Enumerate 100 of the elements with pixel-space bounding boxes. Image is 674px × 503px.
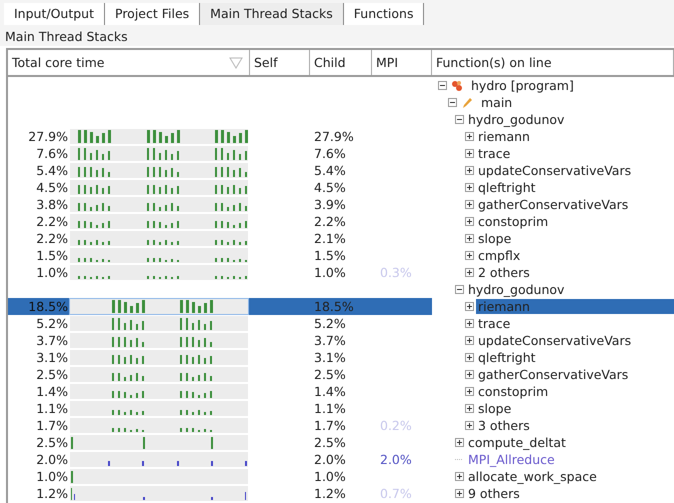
total-time: 2.5%: [35, 367, 69, 382]
expand-icon[interactable]: [455, 438, 464, 447]
total-time: 2.2%: [35, 214, 69, 229]
stack-row[interactable]: 2.2% 2.2%: [8, 213, 432, 230]
expand-icon[interactable]: [465, 132, 474, 141]
child-time: 18.5%: [314, 299, 354, 314]
function-name[interactable]: cmpflx: [476, 248, 522, 263]
child-time: 1.7%: [314, 418, 346, 433]
expand-icon[interactable]: [465, 166, 474, 175]
child-time: 2.0%: [314, 452, 346, 467]
expand-icon[interactable]: [465, 336, 474, 345]
child-time: 1.5%: [314, 248, 346, 263]
total-time: 1.7%: [35, 418, 69, 433]
stack-row[interactable]: 4.5% 4.5%: [8, 179, 432, 196]
stack-row[interactable]: 2.5% 2.5%: [8, 434, 432, 451]
stack-row[interactable]: 1.0% 1.0%: [8, 468, 432, 485]
expand-icon[interactable]: [465, 268, 474, 277]
function-name[interactable]: 2 others: [476, 265, 532, 280]
total-time: 2.2%: [35, 231, 69, 246]
function-name[interactable]: trace: [476, 146, 512, 161]
child-time: 5.2%: [314, 316, 346, 331]
total-time: 18.5%: [27, 299, 69, 314]
function-name[interactable]: 9 others: [466, 486, 522, 501]
total-time: 2.5%: [35, 435, 69, 450]
expand-icon[interactable]: [465, 217, 474, 226]
stack-row[interactable]: 5.2% 5.2%: [8, 315, 432, 332]
function-name[interactable]: slope: [476, 401, 514, 416]
function-name[interactable]: qleftright: [476, 350, 538, 365]
collapse-icon[interactable]: [438, 81, 447, 90]
child-time: 27.9%: [314, 129, 354, 144]
total-time: 3.7%: [35, 333, 69, 348]
function-name[interactable]: slope: [476, 231, 514, 246]
expand-icon[interactable]: [465, 200, 474, 209]
column-header[interactable]: Function(s) on line: [432, 50, 674, 75]
column-header[interactable]: MPI: [372, 50, 432, 75]
expand-icon[interactable]: [465, 370, 474, 379]
tab[interactable]: Main Thread Stacks: [200, 3, 344, 25]
function-name[interactable]: constoprim: [476, 384, 550, 399]
stack-row[interactable]: 3.1% 3.1%: [8, 349, 432, 366]
function-name[interactable]: MPI_Allreduce: [466, 452, 557, 467]
child-time: 3.7%: [314, 333, 346, 348]
function-name[interactable]: trace: [476, 316, 512, 331]
stack-row[interactable]: 5.4% 5.4%: [8, 162, 432, 179]
stack-row[interactable]: 18.5% 18.5%: [8, 298, 432, 315]
total-time: 2.0%: [35, 452, 69, 467]
total-time: 27.9%: [27, 129, 69, 144]
function-name[interactable]: hydro_godunov: [466, 282, 566, 297]
expand-icon[interactable]: [465, 251, 474, 260]
stack-row[interactable]: 2.0% 2.0% 2.0%: [8, 451, 432, 468]
tab[interactable]: Functions: [344, 3, 424, 25]
function-name[interactable]: updateConservativeVars: [476, 163, 634, 178]
stack-row[interactable]: 2.5% 2.5%: [8, 366, 432, 383]
tab[interactable]: Project Files: [105, 3, 200, 25]
stack-row[interactable]: 3.7% 3.7%: [8, 332, 432, 349]
column-header[interactable]: Self: [250, 50, 310, 75]
expand-icon[interactable]: [465, 183, 474, 192]
function-name[interactable]: qleftright: [476, 180, 538, 195]
expand-icon[interactable]: [455, 472, 464, 481]
total-time: 3.1%: [35, 350, 69, 365]
column-header[interactable]: Total core time: [8, 50, 250, 75]
function-name[interactable]: updateConservativeVars: [476, 333, 634, 348]
stack-row[interactable]: 3.8% 3.9%: [8, 196, 432, 213]
function-name[interactable]: hydro_godunov: [466, 112, 566, 127]
expand-icon[interactable]: [465, 353, 474, 362]
expand-icon[interactable]: [465, 404, 474, 413]
function-name[interactable]: main: [479, 95, 514, 110]
expand-icon[interactable]: [465, 234, 474, 243]
expand-icon[interactable]: [465, 421, 474, 430]
expand-icon[interactable]: [465, 387, 474, 396]
total-time: 1.2%: [35, 486, 69, 501]
stack-row[interactable]: 1.4% 1.4%: [8, 383, 432, 400]
function-name[interactable]: compute_deltat: [466, 435, 568, 450]
collapse-icon[interactable]: [455, 115, 464, 124]
stack-row[interactable]: 1.1% 1.1%: [8, 400, 432, 417]
expand-icon[interactable]: [465, 302, 474, 311]
panel-title: Main Thread Stacks: [0, 27, 674, 46]
expand-icon[interactable]: [465, 149, 474, 158]
stack-row[interactable]: 27.9% 27.9%: [8, 128, 432, 145]
total-time: 7.6%: [35, 146, 69, 161]
child-time: 7.6%: [314, 146, 346, 161]
function-name[interactable]: hydro [program]: [469, 78, 576, 93]
function-name[interactable]: gatherConservativeVars: [476, 197, 630, 212]
function-name[interactable]: allocate_work_space: [466, 469, 599, 484]
function-name[interactable]: 3 others: [476, 418, 532, 433]
stack-row[interactable]: 7.6% 7.6%: [8, 145, 432, 162]
collapse-icon[interactable]: [455, 285, 464, 294]
column-header[interactable]: Child: [310, 50, 372, 75]
function-name[interactable]: riemann: [476, 129, 532, 144]
expand-icon[interactable]: [455, 489, 464, 498]
tab[interactable]: Input/Output: [4, 3, 105, 25]
child-time: 3.1%: [314, 350, 346, 365]
collapse-icon[interactable]: [448, 98, 457, 107]
stack-row[interactable]: 2.2% 2.1%: [8, 230, 432, 247]
pencil-icon: [461, 96, 473, 108]
total-time: 5.2%: [35, 316, 69, 331]
function-name[interactable]: constoprim: [476, 214, 550, 229]
stack-row[interactable]: 1.5% 1.5%: [8, 247, 432, 264]
expand-icon[interactable]: [465, 319, 474, 328]
total-time: 1.5%: [35, 248, 69, 263]
function-name[interactable]: gatherConservativeVars: [476, 367, 630, 382]
